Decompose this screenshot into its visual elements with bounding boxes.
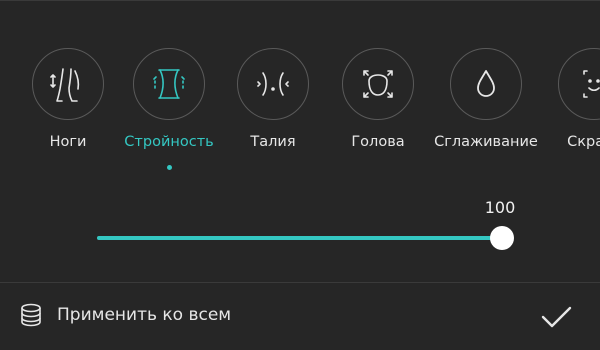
smooth-drop-icon <box>477 70 495 97</box>
face-icon <box>583 70 600 98</box>
slim-body-icon <box>153 69 185 99</box>
tool-head-button[interactable] <box>342 48 414 120</box>
legs-icon <box>50 68 80 102</box>
tool-slim-label: Стройность <box>124 134 214 150</box>
slider-value: 100 <box>484 198 516 217</box>
bottom-bar: Применить ко всем <box>0 283 600 350</box>
intensity-slider[interactable] <box>97 226 514 250</box>
tool-head[interactable]: Голова <box>318 48 438 178</box>
tool-head-label: Голова <box>351 134 405 150</box>
tool-slim-button[interactable] <box>133 48 205 120</box>
tool-legs-button[interactable] <box>32 48 104 120</box>
head-icon <box>363 70 393 98</box>
tool-waist[interactable]: Талия <box>213 48 333 178</box>
tool-face[interactable]: Скраск <box>534 48 600 178</box>
slider-knob[interactable] <box>490 226 514 250</box>
tool-smooth-label: Сглаживание <box>434 134 538 150</box>
tool-face-button[interactable] <box>558 48 600 120</box>
tool-carousel[interactable]: Ноги Стройность Талия Голова Сглаживание… <box>0 40 600 180</box>
apply-all-label: Применить ко всем <box>57 305 232 325</box>
tool-smooth[interactable]: Сглаживание <box>426 48 546 178</box>
active-indicator-dot <box>166 165 172 170</box>
apply-all-button[interactable]: Применить ко всем <box>18 302 231 328</box>
layers-stack-icon <box>21 303 41 327</box>
tool-face-label: Скраск <box>567 134 600 150</box>
tool-smooth-button[interactable] <box>450 48 522 120</box>
slider-fill <box>97 236 502 240</box>
checkmark-icon[interactable] <box>538 299 574 335</box>
waist-icon <box>257 72 289 96</box>
tool-waist-button[interactable] <box>237 48 309 120</box>
tool-slim[interactable]: Стройность <box>109 48 229 178</box>
tool-waist-label: Талия <box>250 134 296 150</box>
top-divider <box>0 0 600 1</box>
